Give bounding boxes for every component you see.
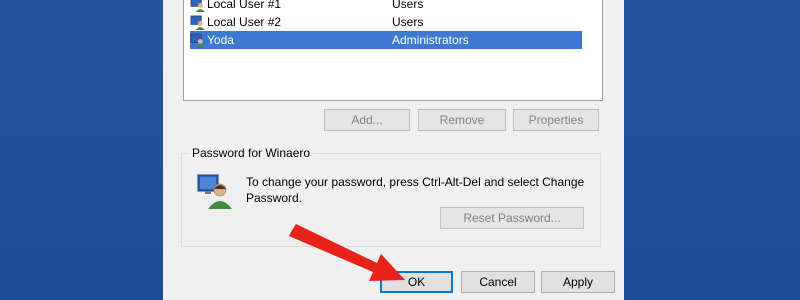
list-item-yoda[interactable]: Yoda Administrators [190,31,582,49]
properties-button[interactable]: Properties [513,109,599,131]
user-icon [197,174,232,209]
user-name: Local User #2 [207,15,282,29]
add-button-label: Add... [351,113,383,127]
list-item-local-user-2[interactable]: Local User #2 Users [190,13,582,31]
password-group-title: Password for Winaero [189,146,314,160]
remove-button[interactable]: Remove [418,109,506,131]
user-group: Administrators [392,33,469,47]
remove-button-label: Remove [439,113,485,127]
properties-button-label: Properties [528,113,584,127]
reset-password-label: Reset Password... [463,211,561,225]
cancel-button[interactable]: Cancel [461,271,535,293]
users-list[interactable]: Local User #1 Users Local User #2 Users … [183,0,603,101]
red-arrow-annotation [289,224,405,281]
list-item-local-user-1[interactable]: Local User #1 Users [190,0,582,13]
user-group: Users [392,0,424,11]
user-icon [190,15,205,30]
user-icon [190,33,205,48]
ok-button-label: OK [407,275,426,289]
cancel-button-label: Cancel [479,275,517,289]
user-icon [190,0,205,12]
password-message: To change your password, press Ctrl-Alt-… [246,175,585,205]
apply-button-label: Apply [562,275,594,289]
apply-button[interactable]: Apply [541,271,615,293]
user-group: Users [392,15,424,29]
add-button[interactable]: Add... [324,109,410,131]
reset-password-button[interactable]: Reset Password... [440,207,584,229]
user-name: Local User #1 [207,0,282,11]
user-name: Yoda [207,33,234,47]
